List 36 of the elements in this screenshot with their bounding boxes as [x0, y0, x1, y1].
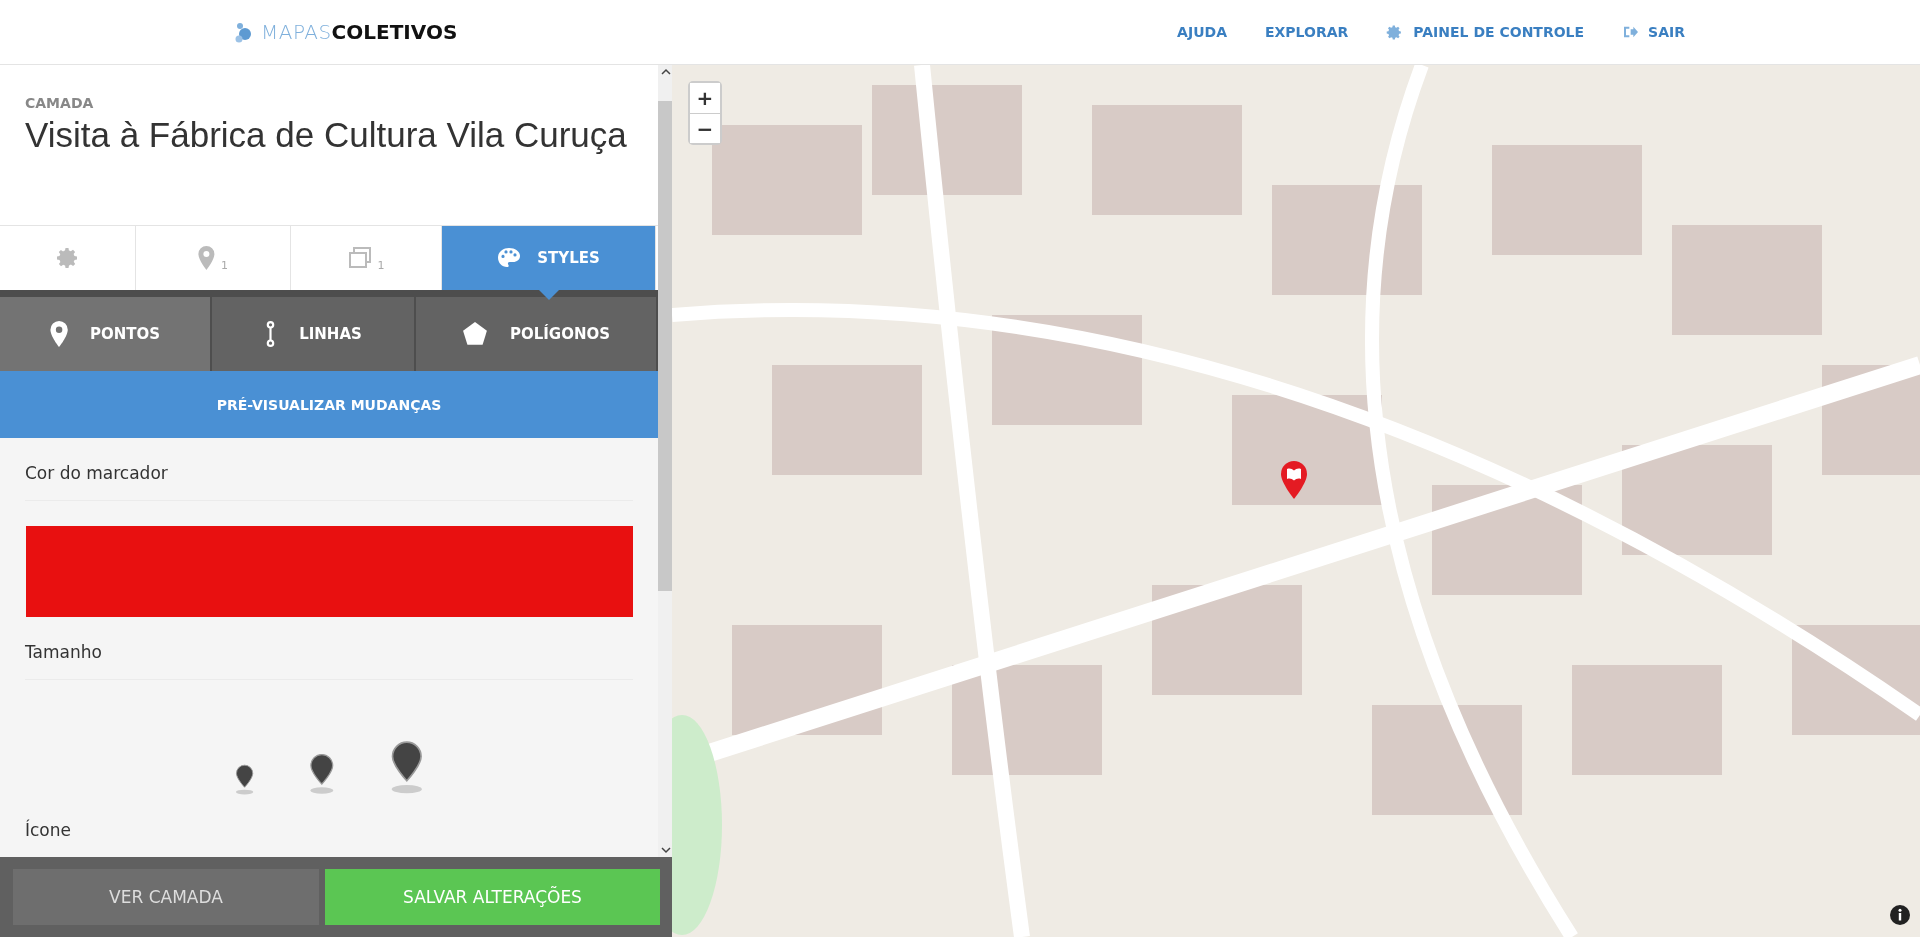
logo-icon	[235, 21, 253, 43]
logo-wordmark: COLETIVOS	[331, 20, 458, 44]
tab-count: 1	[220, 258, 228, 272]
color-swatch[interactable]	[26, 526, 633, 618]
tab-label: STYLES	[537, 248, 600, 267]
preview-button[interactable]: PRÉ-VISUALIZAR MUDANÇAS	[0, 371, 658, 439]
subtab[interactable]: LINHAS	[212, 296, 416, 372]
settings-icon	[55, 245, 80, 270]
field-label: Tamanho	[25, 642, 633, 681]
marker-size-option[interactable]	[389, 740, 424, 795]
info-icon[interactable]	[1890, 905, 1910, 925]
pin-icon	[49, 321, 69, 348]
nav-link[interactable]: PAINEL DE CONTROLE	[1386, 23, 1585, 41]
subtab[interactable]: POLÍGONOS	[416, 296, 658, 372]
zoom-out-button[interactable]: −	[690, 113, 720, 143]
tab-count: 1	[377, 258, 385, 272]
nav-link[interactable]: EXPLORAR	[1264, 24, 1349, 40]
settings-icon	[1386, 23, 1404, 41]
marker-size-option[interactable]	[234, 763, 254, 795]
marker-size-option[interactable]	[309, 753, 335, 795]
pin-icon	[198, 245, 215, 270]
nav-link[interactable]: SAIR	[1622, 24, 1685, 40]
layer-eyebrow: CAMADA	[25, 95, 95, 111]
nav-link[interactable]: AJUDA	[1177, 24, 1227, 40]
field-label: Ícone	[25, 820, 72, 842]
palette-icon	[497, 245, 522, 270]
pentagon-icon	[461, 321, 488, 348]
subtab[interactable]: PONTOS	[0, 296, 212, 372]
save-button[interactable]: SALVAR ALTERAÇÕES	[325, 869, 660, 925]
field-label: Cor do marcador	[25, 463, 633, 502]
map-marker-icon[interactable]	[1279, 460, 1309, 500]
logo-wordmark-light: MAPAS	[261, 20, 332, 44]
layers-icon	[347, 245, 372, 270]
layer-title: Visita à Fábrica de Cultura Vila Curuça	[25, 115, 628, 155]
view-layer-button[interactable]: VER CAMADA	[13, 869, 319, 925]
exit-icon	[1622, 24, 1639, 40]
